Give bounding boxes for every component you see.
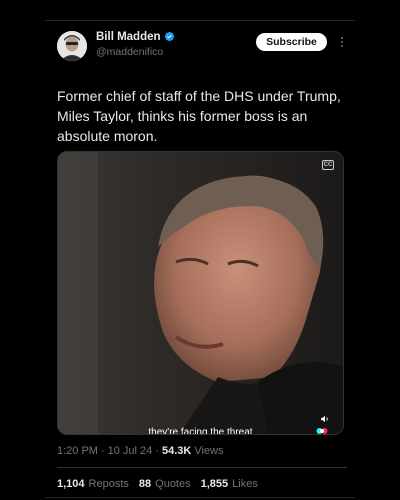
meta-separator: ·	[100, 445, 105, 457]
verified-badge-icon	[164, 31, 174, 42]
tweet-date[interactable]: 10 Jul 24	[108, 445, 153, 457]
author-display-name[interactable]: Bill Madden	[96, 29, 175, 44]
closed-captions-icon[interactable]: CC	[322, 160, 334, 170]
tweet-metadata: 1:20 PM · 10 Jul 24 · 54.3K Views	[57, 445, 223, 457]
tiktok-watermark-icon	[316, 428, 328, 434]
reposts-label: Reposts	[88, 478, 129, 490]
tweet-header: Bill Madden @maddenifico Subscribe	[57, 29, 347, 73]
display-name-text[interactable]: Bill Madden	[96, 31, 161, 43]
volume-icon[interactable]	[320, 414, 330, 424]
likes-stat[interactable]: 1,855 Likes	[201, 478, 258, 490]
video-subtitle: they're facing the threat	[148, 427, 253, 435]
quotes-label: Quotes	[155, 478, 191, 490]
meta-separator: ·	[155, 445, 159, 457]
divider	[57, 467, 347, 468]
views-count[interactable]: 54.3K	[162, 445, 191, 457]
more-options-icon[interactable]	[336, 34, 348, 50]
tweet-time[interactable]: 1:20 PM	[57, 445, 98, 457]
likes-count: 1,855	[200, 478, 229, 490]
views-label: Views	[194, 445, 224, 457]
video-frame	[58, 152, 343, 434]
author-names: Bill Madden @maddenifico	[96, 29, 175, 58]
likes-label: Likes	[232, 478, 258, 490]
video-player[interactable]: CC they're facing the threat	[57, 151, 344, 435]
engagement-stats: 1,104 Reposts 88 Quotes 1,855 Likes	[57, 478, 268, 490]
quotes-stat[interactable]: 88 Quotes	[139, 478, 191, 490]
reposts-count: 1,104	[57, 478, 85, 490]
tweet-card: Bill Madden @maddenifico Subscribe Forme…	[45, 20, 355, 498]
author-handle[interactable]: @maddenifico	[96, 46, 175, 58]
tweet-text: Former chief of staff of the DHS under T…	[57, 88, 341, 144]
reposts-stat[interactable]: 1,104 Reposts	[57, 478, 129, 490]
quotes-count: 88	[138, 478, 152, 490]
avatar[interactable]	[57, 31, 87, 61]
subscribe-button[interactable]: Subscribe	[256, 33, 327, 51]
